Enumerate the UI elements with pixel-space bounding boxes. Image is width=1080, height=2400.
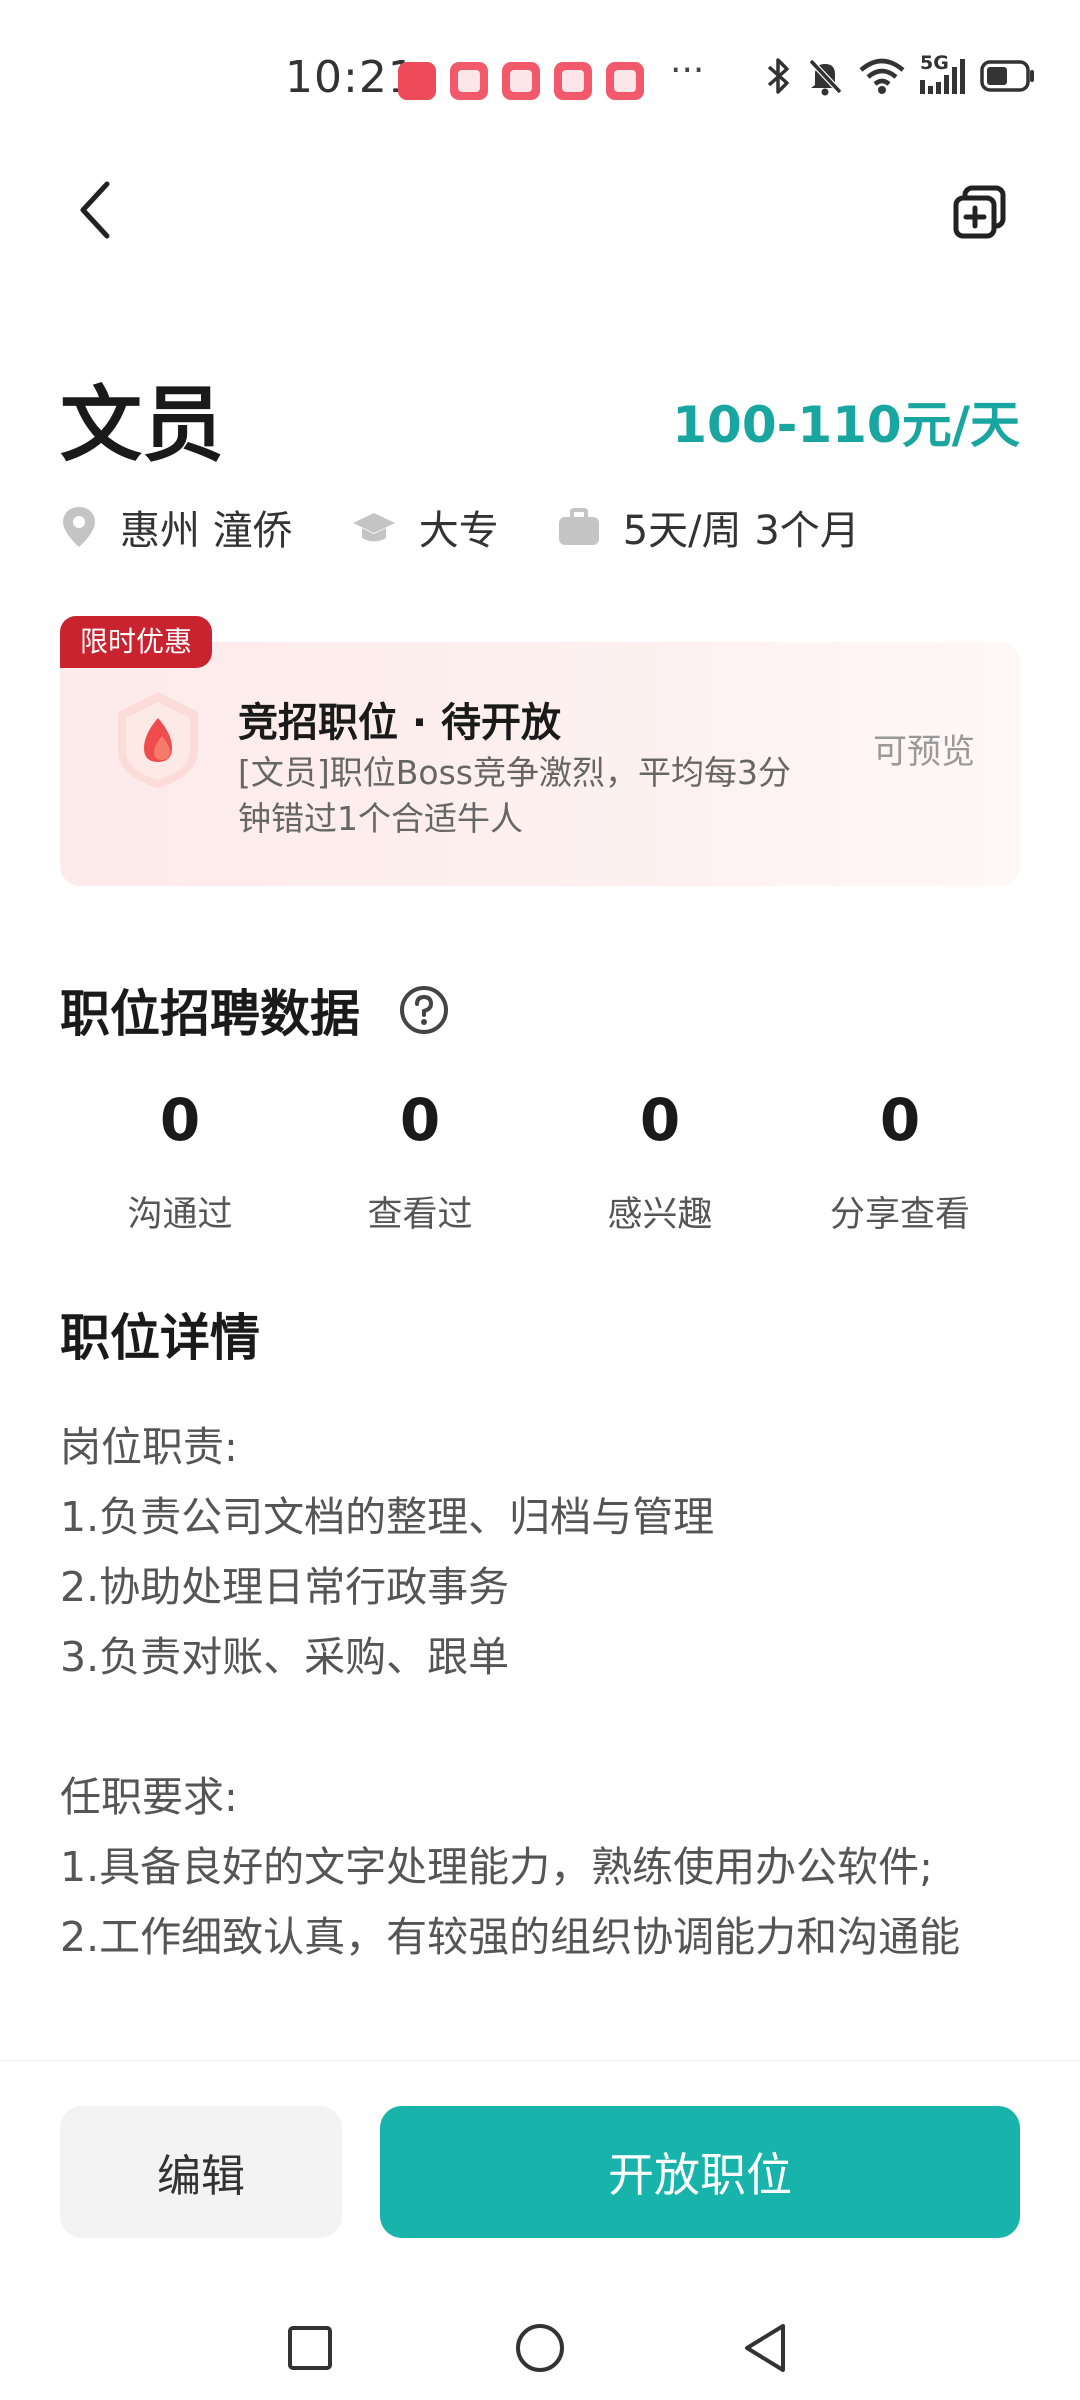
back-arrow-icon (80, 181, 110, 239)
stat-label: 分享查看 (829, 1195, 970, 1235)
copy-job-button[interactable] (940, 172, 1020, 252)
education-info: 大专 (351, 498, 499, 556)
home-icon (516, 2324, 564, 2372)
stat-share-views[interactable]: 0 分享查看 (780, 1080, 1020, 1237)
more-notifications-indicator: ··· (670, 50, 705, 91)
back-icon (745, 2324, 785, 2372)
stat-communicated[interactable]: 0 沟通过 (60, 1080, 300, 1237)
system-back-button[interactable] (736, 2318, 796, 2378)
schedule-info: 5天/周 3个月 (557, 498, 860, 556)
stat-viewed[interactable]: 0 查看过 (300, 1080, 540, 1237)
stat-value: 0 (159, 1086, 201, 1154)
limited-offer-badge: 限时优惠 (60, 616, 213, 668)
huawei-app-icon (398, 62, 436, 100)
app-notification-icon (554, 62, 592, 100)
app-notification-icon (502, 62, 540, 100)
graduation-cap-icon (352, 513, 395, 542)
stats-section-title: 职位招聘数据 (60, 985, 360, 1043)
education-text: 大专 (418, 508, 499, 554)
location-pin-icon (63, 507, 95, 547)
fire-shield-icon (118, 692, 198, 788)
stat-label: 沟通过 (127, 1195, 233, 1235)
schedule-text: 5天/周 3个月 (622, 508, 860, 554)
signal-icon: 5G (920, 52, 966, 96)
stat-value: 0 (399, 1086, 441, 1154)
recent-apps-button[interactable] (280, 2318, 340, 2378)
open-position-button[interactable]: 开放职位 (380, 2106, 1020, 2238)
recent-apps-icon (288, 2326, 332, 2370)
promo-description: [文员]职位Boss竞争激烈，平均每3分钟错过1个合适牛人 (238, 753, 791, 838)
preview-link[interactable]: 可预览 (873, 724, 975, 773)
salary: 100-110元/天 (672, 396, 1020, 454)
location-info: 惠州 潼侨 (60, 498, 293, 556)
details-section-title: 职位详情 (60, 1309, 260, 1367)
battery-icon (980, 60, 1034, 92)
stat-label: 感兴趣 (607, 1195, 713, 1235)
bluetooth-icon (767, 58, 789, 94)
mute-icon (808, 58, 843, 96)
stat-value: 0 (879, 1086, 921, 1154)
edit-button[interactable]: 编辑 (60, 2106, 342, 2238)
location-text: 惠州 潼侨 (120, 508, 293, 554)
stat-interested[interactable]: 0 感兴趣 (540, 1080, 780, 1237)
stats-row: 0 沟通过 0 查看过 0 感兴趣 0 分享查看 (60, 1080, 1020, 1237)
job-description: 岗位职责: 1.负责公司文档的整理、归档与管理 2.协助处理日常行政事务 3.负… (60, 1423, 961, 1961)
help-icon[interactable] (398, 984, 450, 1036)
briefcase-icon (558, 508, 599, 545)
stat-value: 0 (639, 1086, 681, 1154)
job-title: 文员 (60, 378, 225, 473)
status-bar: 10:21 ··· 5G (0, 0, 1080, 160)
back-button[interactable] (60, 170, 130, 250)
home-button[interactable] (510, 2318, 570, 2378)
promo-title: 竞招职位 · 待开放 (238, 700, 562, 746)
app-notification-icon (606, 62, 644, 100)
app-notification-icon (450, 62, 488, 100)
signal-bars-icon (920, 59, 965, 94)
add-copy-icon (953, 185, 1006, 239)
wifi-icon (859, 58, 905, 94)
stat-label: 查看过 (367, 1195, 473, 1235)
job-meta: 惠州 潼侨 大专 5天/周 3个月 (60, 498, 918, 556)
